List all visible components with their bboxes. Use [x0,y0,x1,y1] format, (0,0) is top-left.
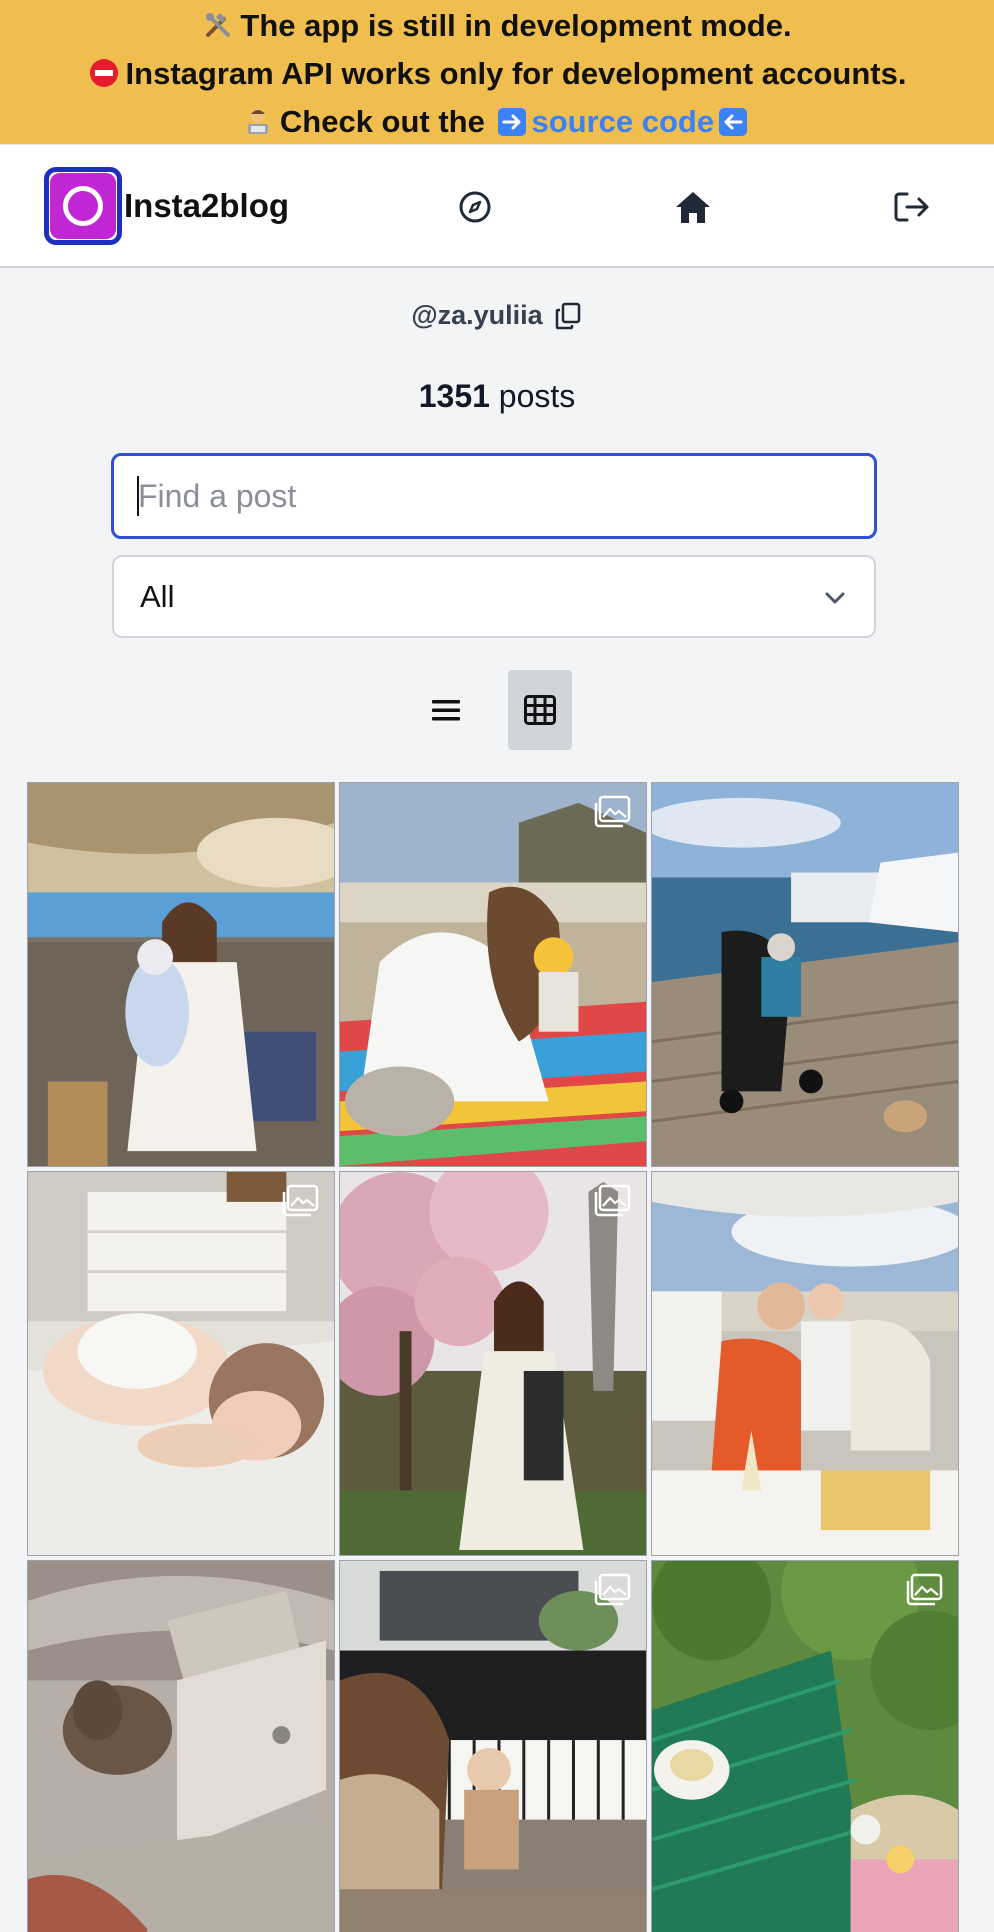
post-tile[interactable] [339,782,647,1167]
top-navbar: Insta2blog [0,144,994,268]
home-icon [676,192,710,223]
brand-name: Insta2blog [124,187,290,224]
post-tile[interactable] [339,1560,647,1932]
post-image [340,1172,646,1555]
app-logo-icon [44,167,122,245]
technologist-emoji-icon [247,109,268,134]
post-tile[interactable] [339,1171,647,1556]
text-caret [137,476,139,516]
logout-button[interactable] [892,187,932,227]
select-value: All [140,579,175,614]
carousel-icon [906,1573,943,1606]
post-tile[interactable] [651,782,959,1167]
banner-text-1: The app is still in development mode. [240,8,792,43]
grid-view-button[interactable] [508,670,572,750]
carousel-icon [594,1184,631,1217]
username: @za.yuliia [411,300,543,330]
carousel-icon [594,795,631,828]
post-image [652,1561,958,1932]
post-image [340,783,646,1166]
left-arrow-emoji-icon [719,108,748,136]
carousel-icon [282,1184,319,1217]
right-arrow-emoji-icon [498,108,527,136]
post-image [28,783,334,1166]
post-tile[interactable] [651,1560,959,1932]
carousel-icon [594,1573,631,1606]
no-entry-emoji-icon [89,59,118,87]
post-image [652,1172,958,1555]
logout-icon [894,192,929,222]
banner-line-2: Instagram API works only for development… [0,50,994,98]
post-tile[interactable] [27,1560,335,1932]
profile-header: @za.yuliia [0,300,994,331]
post-tile[interactable] [27,782,335,1167]
chevron-down-icon [825,592,845,604]
post-type-select[interactable]: All [112,555,876,638]
post-image [28,1172,334,1555]
post-image [652,783,958,1166]
tools-emoji-icon [206,13,231,37]
post-image [28,1561,334,1932]
banner-line-3: Check out the source code [0,98,994,146]
posts-grid [27,782,962,1932]
explore-button[interactable] [455,187,495,227]
banner-line-1: The app is still in development mode. [0,2,994,50]
posts-label: posts [498,378,576,414]
list-icon [432,700,460,721]
banner-text-2: Instagram API works only for development… [125,56,907,91]
posts-number: 1351 [418,378,490,414]
search-input[interactable] [111,453,877,539]
compass-icon [459,191,491,223]
home-button[interactable] [673,187,713,227]
list-view-button[interactable] [414,670,478,750]
post-tile[interactable] [27,1171,335,1556]
post-tile[interactable] [651,1171,959,1556]
brand-link[interactable]: Insta2blog [44,167,289,245]
copy-icon[interactable] [553,301,583,331]
posts-count: 1351 posts [0,378,994,415]
source-code-link[interactable]: source code [531,104,714,139]
dev-mode-banner: The app is still in development mode. In… [0,0,994,144]
post-image [340,1561,646,1932]
banner-text-3: Check out the [279,104,485,139]
grid-icon [524,695,556,725]
